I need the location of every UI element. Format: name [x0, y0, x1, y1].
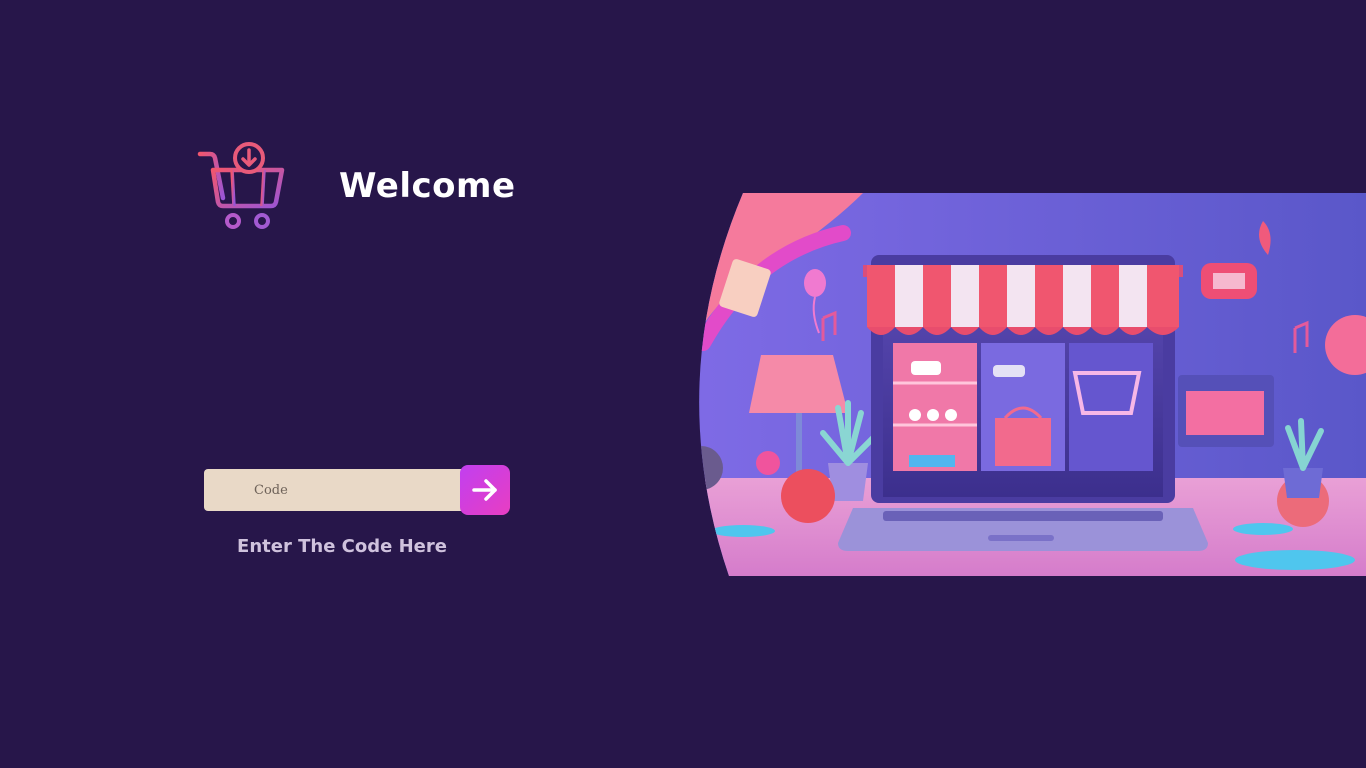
shopping-cart-download-icon [196, 140, 288, 232]
login-page: Welcome Enter The Code Here [0, 0, 1366, 768]
hero-illustration [683, 193, 1366, 576]
code-hint: Enter The Code Here [237, 536, 447, 557]
code-input[interactable] [204, 469, 466, 511]
page-title: Welcome [339, 166, 516, 206]
arrow-right-icon [470, 475, 500, 505]
submit-button[interactable] [460, 465, 510, 515]
